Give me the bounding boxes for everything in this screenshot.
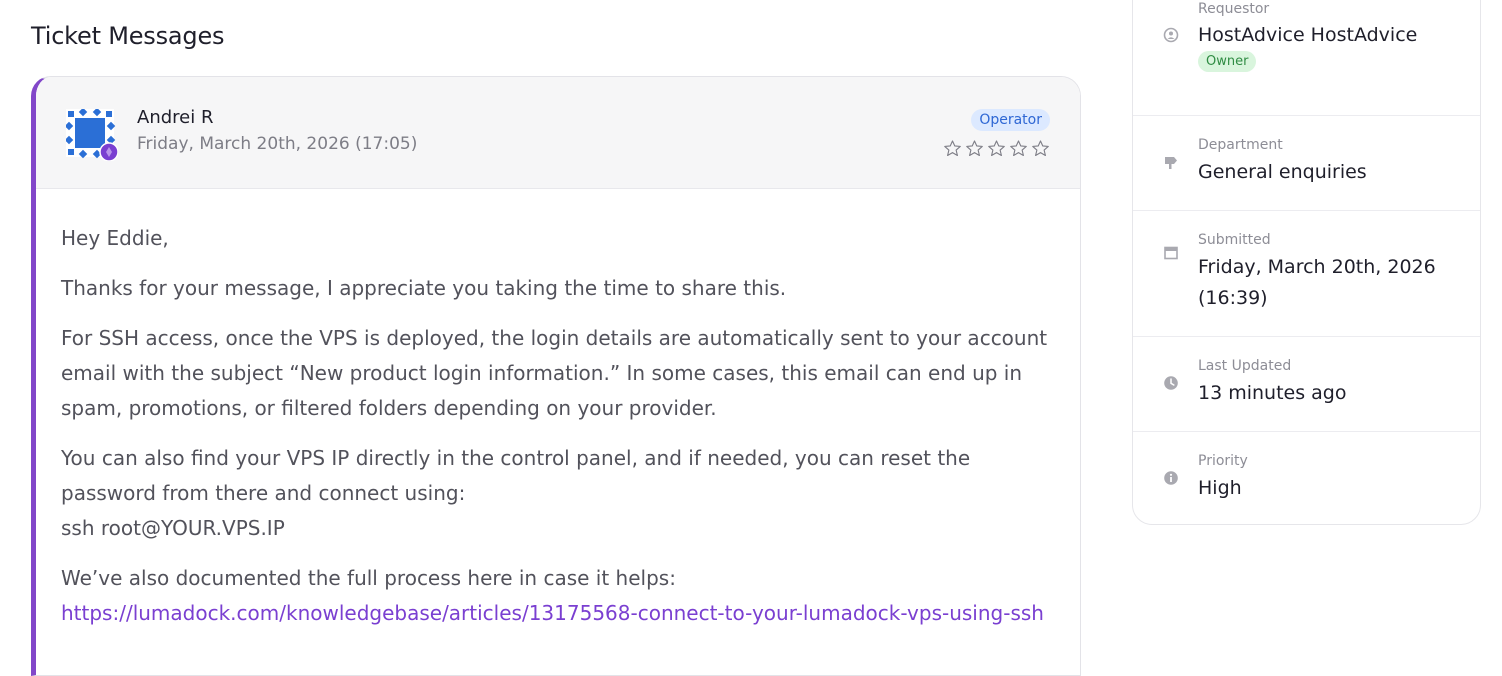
user-circle-icon — [1163, 27, 1179, 43]
message-paragraph: We’ve also documented the full process h… — [61, 561, 1052, 631]
ssh-command: ssh root@YOUR.VPS.IP — [61, 516, 285, 540]
last-updated-label: Last Updated — [1198, 358, 1292, 374]
department-row: Department General enquiries — [1133, 116, 1480, 211]
avatar — [66, 109, 118, 161]
signpost-icon — [1165, 157, 1177, 169]
star-icon[interactable] — [1031, 139, 1050, 158]
message-greeting: Hey Eddie, — [61, 226, 169, 250]
message-text: You can also find your VPS IP directly i… — [61, 446, 971, 505]
message-text: We’ve also documented the full process h… — [61, 566, 676, 590]
priority-value: High — [1198, 477, 1242, 499]
clock-icon — [1164, 376, 1178, 390]
page-title: Ticket Messages — [31, 22, 225, 50]
message-body: Hey Eddie, Thanks for your message, I ap… — [36, 189, 1080, 631]
submitted-label: Submitted — [1198, 232, 1271, 248]
star-icon[interactable] — [987, 139, 1006, 158]
requestor-value: HostAdvice HostAdvice — [1198, 24, 1418, 46]
operator-badge: Operator — [971, 109, 1050, 131]
calendar-icon — [1164, 246, 1178, 260]
author-name: Andrei R — [137, 107, 214, 128]
message-paragraph: For SSH access, once the VPS is deployed… — [61, 326, 1048, 420]
info-icon — [1164, 471, 1178, 485]
message-date: Friday, March 20th, 2026 (17:05) — [137, 134, 418, 154]
priority-label: Priority — [1198, 453, 1248, 469]
ticket-message: Andrei R Friday, March 20th, 2026 (17:05… — [31, 76, 1081, 676]
message-paragraph: You can also find your VPS IP directly i… — [61, 441, 1052, 546]
last-updated-value: 13 minutes ago — [1198, 382, 1347, 404]
star-icon[interactable] — [965, 139, 984, 158]
star-icon[interactable] — [943, 139, 962, 158]
owner-badge: Owner — [1198, 51, 1257, 72]
message-paragraph: Thanks for your message, I appreciate yo… — [61, 276, 787, 300]
requestor-label: Requestor — [1198, 1, 1270, 17]
ticket-info-panel: Requestor HostAdvice HostAdvice Owner De… — [1132, 0, 1481, 525]
star-rating[interactable] — [943, 139, 1050, 158]
department-value: General enquiries — [1198, 161, 1367, 183]
priority-row: Priority High — [1133, 432, 1480, 526]
submitted-row: Submitted Friday, March 20th, 2026 (16:3… — [1133, 211, 1480, 337]
department-label: Department — [1198, 137, 1283, 153]
message-header: Andrei R Friday, March 20th, 2026 (17:05… — [36, 77, 1080, 189]
last-updated-row: Last Updated 13 minutes ago — [1133, 337, 1480, 432]
star-icon[interactable] — [1009, 139, 1028, 158]
submitted-value: Friday, March 20th, 2026 (16:39) — [1198, 256, 1436, 309]
knowledgebase-link[interactable]: https://lumadock.com/knowledgebase/artic… — [61, 601, 1044, 625]
requestor-row: Requestor HostAdvice HostAdvice Owner — [1133, 1, 1480, 116]
